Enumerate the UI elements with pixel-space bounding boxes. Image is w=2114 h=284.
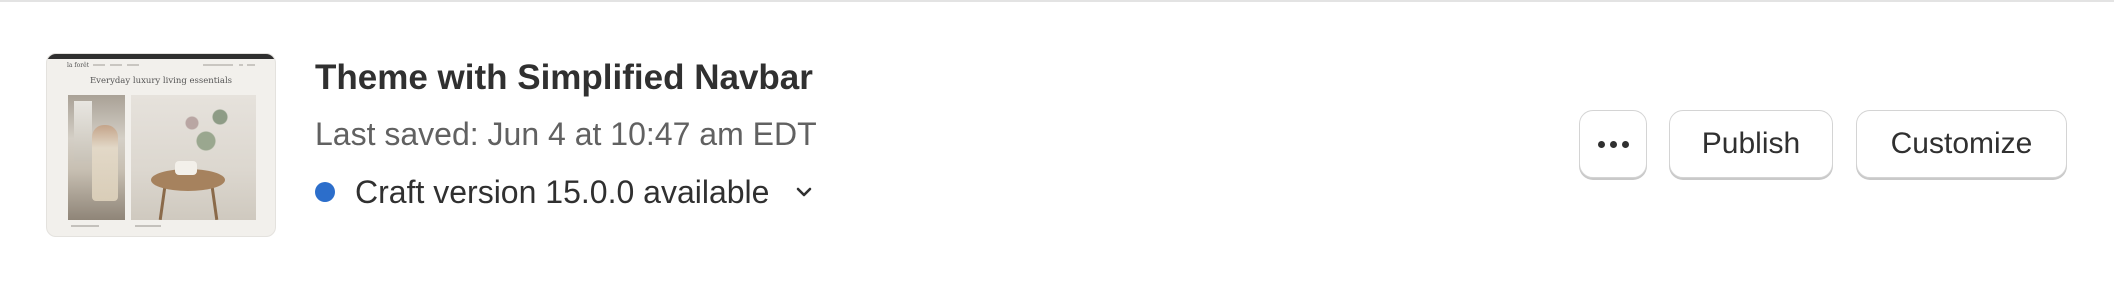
theme-title: Theme with Simplified Navbar bbox=[315, 58, 813, 97]
thumbnail-heading: Everyday luxury living essentials bbox=[89, 76, 233, 86]
thumbnail-nav-links bbox=[93, 64, 141, 66]
thumbnail-caption bbox=[135, 225, 161, 227]
customize-button[interactable]: Customize bbox=[1856, 110, 2067, 178]
thumbnail-image-person bbox=[68, 95, 125, 220]
version-update-text: Craft version 15.0.0 available bbox=[355, 173, 770, 210]
thumbnail-navbar: la forêt bbox=[47, 59, 275, 74]
thumbnail-nav-right bbox=[203, 64, 255, 66]
version-update-toggle[interactable]: Craft version 15.0.0 available bbox=[315, 172, 815, 212]
more-actions-button[interactable] bbox=[1579, 110, 1647, 178]
chevron-down-icon[interactable] bbox=[793, 181, 815, 203]
publish-button[interactable]: Publish bbox=[1669, 110, 1833, 178]
theme-thumbnail[interactable]: la forêt Everyday luxury living essentia… bbox=[46, 53, 276, 237]
thumbnail-logo: la forêt bbox=[67, 62, 90, 69]
thumbnail-image-table bbox=[131, 95, 256, 220]
ellipsis-horizontal-icon bbox=[1597, 140, 1629, 148]
thumbnail-caption bbox=[71, 225, 99, 227]
last-saved-text: Last saved: Jun 4 at 10:47 am EDT bbox=[315, 116, 817, 152]
theme-card-row: la forêt Everyday luxury living essentia… bbox=[0, 2, 2114, 284]
status-dot bbox=[315, 182, 335, 202]
